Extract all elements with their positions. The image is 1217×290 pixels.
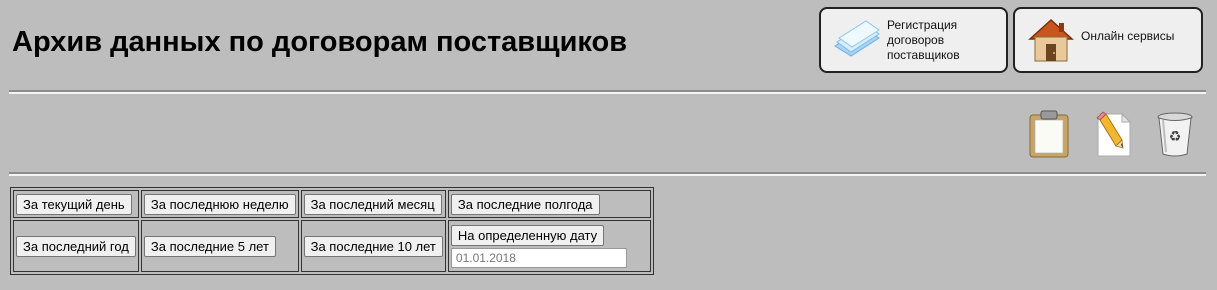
- delete-button[interactable]: ♻: [1152, 111, 1198, 161]
- clipboard-icon: [1028, 110, 1070, 163]
- registration-sheets-icon: [831, 14, 883, 66]
- period-row: За последний год За последние 5 лет За п…: [13, 220, 651, 272]
- registration-contracts-button[interactable]: Регистрация договоров поставщиков: [819, 7, 1008, 73]
- period-cell: За последние полгода: [447, 190, 651, 218]
- period-cell: На определенную дату: [447, 220, 651, 272]
- last-half-year-button[interactable]: За последние полгода: [450, 193, 600, 215]
- today-button[interactable]: За текущий день: [16, 193, 132, 215]
- date-input[interactable]: [450, 247, 627, 268]
- period-cell: За последние 5 лет: [140, 220, 299, 272]
- pencil-document-icon: [1092, 110, 1134, 163]
- page-title: Архив данных по договорам поставщиков: [12, 26, 628, 58]
- period-row: За текущий день За последнюю неделю За п…: [13, 190, 651, 218]
- header-divider: [9, 90, 1206, 94]
- clipboard-button[interactable]: [1026, 110, 1072, 163]
- online-services-label: Онлайн сервисы: [1081, 28, 1175, 43]
- last-month-button[interactable]: За последний месяц: [303, 193, 442, 215]
- specific-date-button[interactable]: На определенную дату: [450, 224, 605, 246]
- last-year-button[interactable]: За последний год: [16, 235, 136, 257]
- period-cell: За последнюю неделю: [140, 190, 299, 218]
- period-cell: За последний месяц: [300, 190, 446, 218]
- last-5-years-button[interactable]: За последние 5 лет: [143, 235, 276, 257]
- last-10-years-button[interactable]: За последние 10 лет: [303, 235, 443, 257]
- house-icon: [1025, 14, 1077, 66]
- online-services-button[interactable]: Онлайн сервисы: [1013, 7, 1203, 73]
- period-cell: За последние 10 лет: [300, 220, 446, 272]
- edit-button[interactable]: [1090, 110, 1136, 163]
- period-cell: За текущий день: [13, 190, 139, 218]
- recycle-bin-icon: ♻: [1155, 110, 1195, 163]
- period-filter-table: За текущий день За последнюю неделю За п…: [10, 187, 654, 275]
- last-week-button[interactable]: За последнюю неделю: [143, 193, 296, 215]
- svg-text:♻: ♻: [1169, 129, 1182, 145]
- period-cell: За последний год: [13, 220, 139, 272]
- registration-contracts-label: Регистрация договоров поставщиков: [887, 17, 960, 62]
- toolbar-divider: [9, 172, 1206, 176]
